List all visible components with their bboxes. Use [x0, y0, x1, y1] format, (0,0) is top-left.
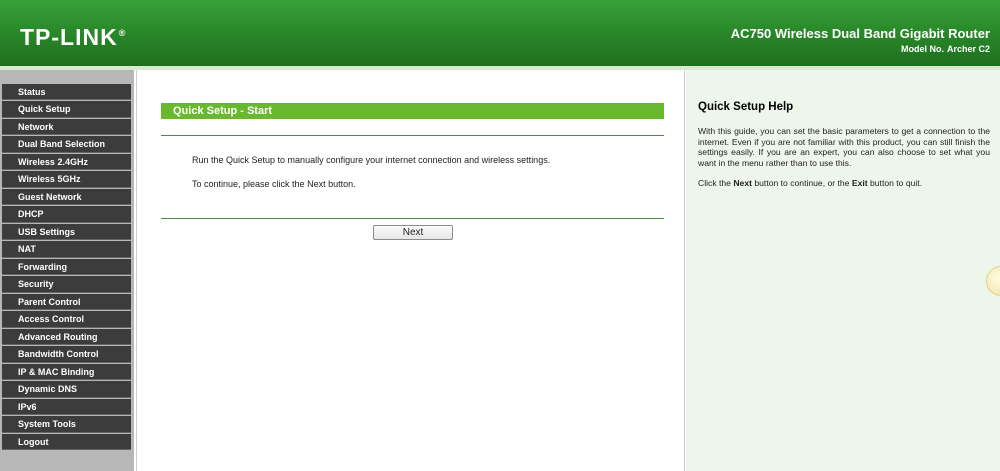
- sidebar-item-dual-band-selection[interactable]: Dual Band Selection: [2, 136, 131, 153]
- help-title: Quick Setup Help: [698, 101, 794, 113]
- model-value: Archer C2: [946, 44, 990, 54]
- sidebar-item-status[interactable]: Status: [2, 84, 131, 101]
- sidebar-item-ip-mac-binding[interactable]: IP & MAC Binding: [2, 363, 131, 381]
- sidebar-item-wireless-2-4ghz[interactable]: Wireless 2.4GHz: [2, 153, 131, 171]
- model-label: Model No.: [900, 44, 944, 54]
- bottom-divider: [161, 218, 664, 219]
- sidebar-item-dhcp[interactable]: DHCP: [2, 206, 131, 223]
- sidebar-item-dynamic-dns[interactable]: Dynamic DNS: [2, 381, 131, 398]
- sidebar-item-nat[interactable]: NAT: [2, 241, 131, 258]
- intro-text: Run the Quick Setup to manually configur…: [192, 155, 551, 165]
- help-quit-text: button to quit.: [870, 178, 923, 188]
- help-click-the: Click the: [698, 178, 731, 188]
- help-next-word: Next: [733, 178, 752, 188]
- help-continue-text: button to continue, or the: [754, 178, 850, 188]
- sidebar-item-access-control[interactable]: Access Control: [2, 311, 131, 328]
- sidebar-item-security[interactable]: Security: [2, 276, 131, 293]
- registered-mark: ®: [118, 28, 127, 39]
- scroll-handle[interactable]: [986, 266, 1000, 296]
- sidebar-item-usb-settings[interactable]: USB Settings: [2, 223, 131, 241]
- continue-text: To continue, please click the Next butto…: [192, 179, 356, 189]
- sidebar-item-advanced-routing[interactable]: Advanced Routing: [2, 328, 131, 346]
- model-number: Model No. Archer C2: [898, 44, 990, 54]
- main-content: Quick Setup - Start Run the Quick Setup …: [136, 70, 685, 471]
- sidebar-item-network[interactable]: Network: [2, 118, 131, 136]
- help-instructions: Click the Next button to continue, or th…: [698, 178, 990, 189]
- sidebar-item-parent-control[interactable]: Parent Control: [2, 293, 131, 311]
- top-divider: [161, 135, 664, 136]
- sidebar-item-ipv6[interactable]: IPv6: [2, 398, 131, 416]
- sidebar-item-forwarding[interactable]: Forwarding: [2, 258, 131, 276]
- help-panel: Quick Setup Help With this guide, you ca…: [686, 70, 1000, 471]
- sidebar-menu: Status Quick Setup Network Dual Band Sel…: [2, 84, 131, 451]
- sidebar-item-guest-network[interactable]: Guest Network: [2, 188, 131, 206]
- next-button[interactable]: Next: [373, 225, 453, 240]
- sidebar-item-system-tools[interactable]: System Tools: [2, 416, 131, 433]
- sidebar-item-logout[interactable]: Logout: [2, 433, 131, 451]
- sidebar-item-quick-setup[interactable]: Quick Setup: [2, 101, 131, 118]
- help-exit-word: Exit: [851, 178, 868, 188]
- sidebar-item-wireless-5ghz[interactable]: Wireless 5GHz: [2, 171, 131, 188]
- sidebar-item-bandwidth-control[interactable]: Bandwidth Control: [2, 346, 131, 363]
- header-banner: TP-LINK® AC750 Wireless Dual Band Gigabi…: [0, 0, 1000, 66]
- tp-link-logo: TP-LINK®: [20, 24, 126, 51]
- product-name: AC750 Wireless Dual Band Gigabit Router: [730, 26, 990, 41]
- logo-text: TP-LINK: [20, 24, 118, 50]
- sidebar: Status Quick Setup Network Dual Band Sel…: [0, 70, 134, 471]
- help-body: With this guide, you can set the basic p…: [698, 126, 990, 168]
- page-title: Quick Setup - Start: [161, 103, 664, 119]
